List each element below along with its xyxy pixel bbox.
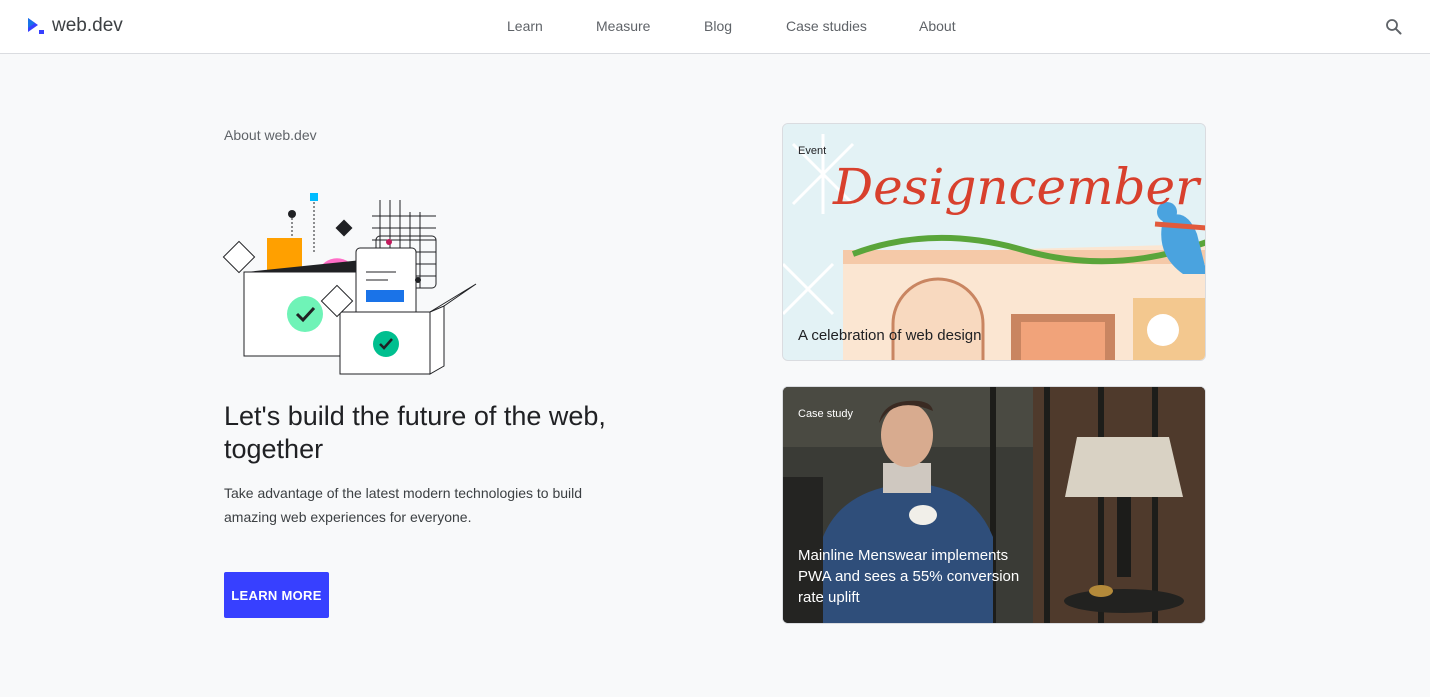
designcember-art-text: Designcember <box>832 158 1202 216</box>
card-title: Mainline Menswear implements PWA and see… <box>798 547 1020 606</box>
card-title: A celebration of web design <box>798 327 982 344</box>
nav-case-studies[interactable]: Case studies <box>786 18 867 34</box>
nav-blog[interactable]: Blog <box>704 18 732 34</box>
nav-about[interactable]: About <box>919 18 956 34</box>
mainline-menswear-case-study-card[interactable]: Case study Mainline Menswear implements … <box>782 386 1206 624</box>
hero-description: Take advantage of the latest modern tech… <box>224 485 583 525</box>
learn-more-button[interactable]: LEARN MORE <box>224 572 329 618</box>
card-tag: Event <box>798 145 827 157</box>
page-eyebrow: About web.dev <box>224 127 317 143</box>
search-icon[interactable] <box>1384 17 1404 37</box>
hero-headline: Let's build the future of the web, toget… <box>224 401 606 464</box>
boxes-checkmark-illustration <box>222 193 477 375</box>
web-dev-logo-link[interactable]: web.dev <box>26 15 123 37</box>
logo-text: web.dev <box>52 15 123 36</box>
designcember-event-card[interactable]: Designcember Event A celebration of web … <box>782 123 1206 361</box>
designcember-artwork: Designcember <box>783 124 1205 360</box>
top-app-bar: web.dev Learn Measure Blog Case studies … <box>0 0 1430 54</box>
nav-measure[interactable]: Measure <box>596 18 650 34</box>
nav-learn[interactable]: Learn <box>507 18 543 34</box>
web-dev-logo-icon <box>28 18 44 34</box>
card-tag: Case study <box>798 408 854 420</box>
